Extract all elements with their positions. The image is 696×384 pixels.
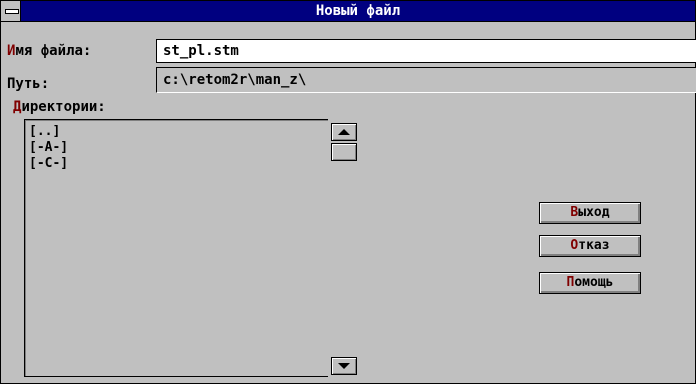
title-bar: Новый файл [1, 1, 695, 22]
arrow-up-icon [338, 129, 350, 135]
cancel-button[interactable]: Отказ [539, 235, 641, 257]
filename-label: Имя файла: [7, 43, 91, 59]
directories-label: Директории: [13, 99, 106, 115]
help-button-label: омощь [574, 275, 614, 290]
filename-label-text: мя файла: [15, 43, 92, 59]
system-menu-button[interactable] [1, 1, 21, 21]
list-item[interactable]: [-A-] [25, 140, 349, 156]
directories-listbox[interactable]: [..] [-A-] [-C-] [24, 119, 350, 377]
help-button[interactable]: Помощь [539, 272, 641, 294]
system-menu-icon [5, 9, 19, 14]
directories-label-text: иректории: [21, 99, 106, 115]
path-field: c:\retom2r\man_z\ [156, 67, 696, 93]
exit-button[interactable]: Выход [539, 202, 641, 224]
list-item[interactable]: [..] [25, 124, 349, 140]
list-item[interactable]: [-C-] [25, 156, 349, 172]
scroll-down-button[interactable] [331, 357, 357, 375]
exit-button-label: ыход [578, 205, 610, 220]
arrow-down-icon [338, 363, 350, 369]
path-label: Путь: [7, 76, 50, 92]
scroll-thumb[interactable] [331, 143, 357, 161]
window-title: Новый файл [315, 3, 401, 19]
cancel-button-label: тказ [578, 238, 610, 253]
new-file-dialog: Новый файл Имя файла: st_pl.stm Путь: c:… [0, 0, 696, 384]
scroll-up-button[interactable] [331, 123, 357, 141]
directories-scrollbar[interactable] [328, 119, 359, 377]
filename-input[interactable]: st_pl.stm [156, 39, 696, 63]
